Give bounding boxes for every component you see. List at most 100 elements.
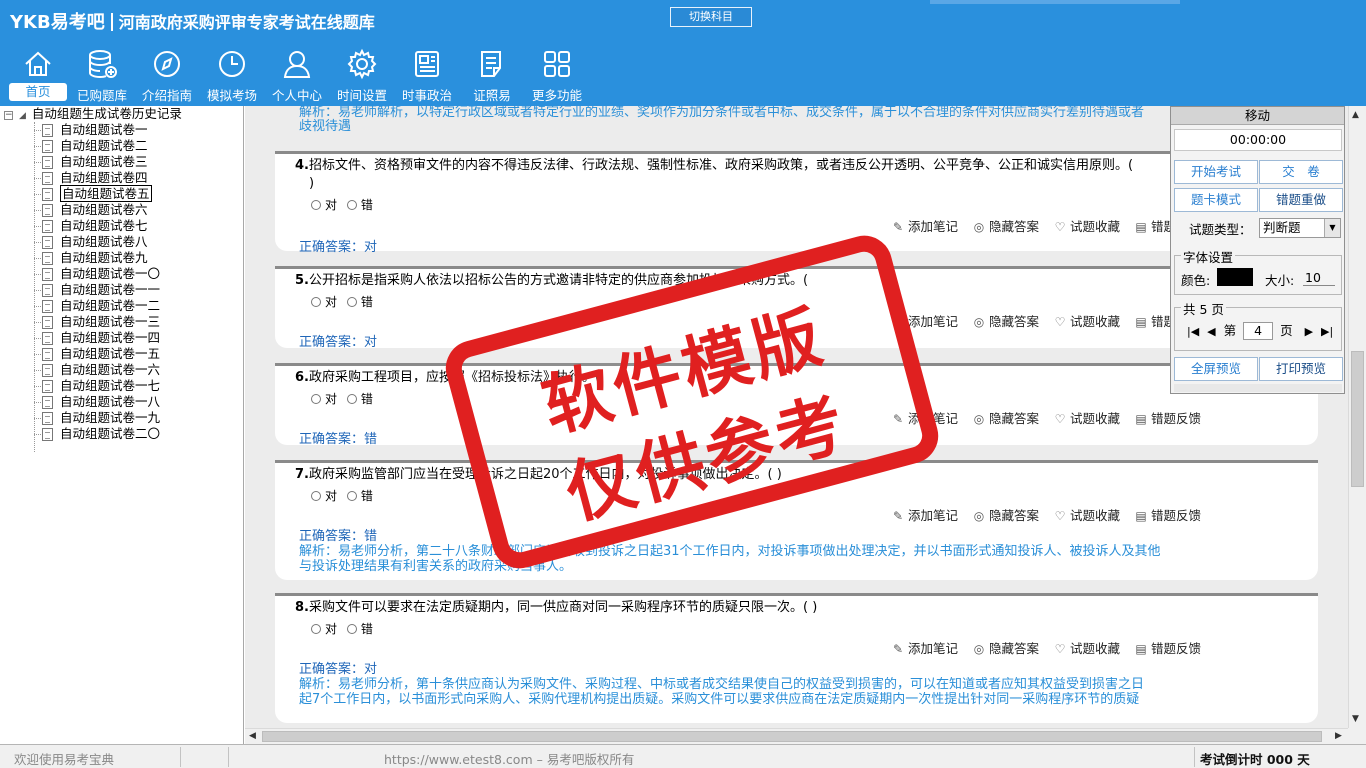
nav-user-center[interactable]: 个人中心 [265, 48, 329, 104]
tree-item[interactable]: 自动组题试卷一九 [34, 410, 160, 426]
print-preview-button[interactable]: 打印预览 [1259, 357, 1343, 381]
nav-time-settings[interactable]: 时间设置 [330, 48, 394, 104]
panel-scrollbar[interactable] [1174, 384, 1342, 392]
tree-item[interactable]: 自动组题试卷一三 [34, 314, 160, 330]
option-false[interactable]: 错 [346, 622, 373, 636]
correct-answer: 正确答案：错 [299, 432, 378, 447]
nav-current-affairs[interactable]: 时事政治 [395, 48, 459, 104]
add-note-button[interactable]: ✎ 添加笔记 [891, 216, 958, 235]
feedback-button[interactable]: ▤ 错题反馈 [1134, 638, 1201, 657]
add-note-button[interactable]: ✎ 添加笔记 [891, 505, 958, 524]
font-size-input[interactable]: 10 [1303, 270, 1335, 286]
tree-item[interactable]: 自动组题试卷一二 [34, 298, 160, 314]
radio-icon[interactable] [311, 624, 321, 634]
nav-guide[interactable]: 介绍指南 [135, 48, 199, 104]
tree-item[interactable]: 自动组题试卷一六 [34, 362, 160, 378]
tree-item[interactable]: 自动组题试卷二 [34, 138, 160, 154]
switch-subject-button[interactable]: 切换科目 [670, 7, 752, 27]
tree-item[interactable]: 自动组题试卷六 [34, 202, 160, 218]
option-false[interactable]: 错 [346, 295, 373, 309]
scroll-right-icon[interactable]: ▶ [1335, 731, 1342, 741]
panel-drag-handle[interactable]: 移动 [1171, 107, 1344, 125]
option-true[interactable]: 对 [311, 622, 337, 636]
option-false[interactable]: 错 [346, 489, 373, 503]
favorite-button[interactable]: ♡ 试题收藏 [1053, 216, 1120, 235]
nav-license[interactable]: 证照易 [460, 48, 524, 104]
tree-item[interactable]: 自动组题试卷八 [34, 234, 160, 250]
nav-mock-exam[interactable]: 模拟考场 [200, 48, 264, 104]
option-false[interactable]: 错 [346, 198, 373, 212]
radio-icon[interactable] [311, 200, 321, 210]
feedback-button[interactable]: ▤ 错题反馈 [1134, 408, 1201, 427]
tree-item[interactable]: 自动组题试卷一 [34, 122, 160, 138]
option-false[interactable]: 错 [346, 392, 373, 406]
fullscreen-preview-button[interactable]: 全屏预览 [1174, 357, 1258, 381]
tree-item[interactable]: 自动组题试卷一八 [34, 394, 160, 410]
color-swatch[interactable] [1217, 268, 1253, 286]
vertical-scrollbar[interactable]: ▲ ▼ [1348, 106, 1366, 728]
start-exam-button[interactable]: 开始考试 [1174, 160, 1258, 184]
document-icon [42, 428, 53, 441]
chevron-down-icon[interactable]: ▼ [1324, 219, 1340, 237]
radio-icon[interactable] [346, 297, 357, 307]
tree-item[interactable]: 自动组题试卷一五 [34, 346, 160, 362]
tree-item[interactable]: 自动组题试卷七 [34, 218, 160, 234]
radio-icon[interactable] [346, 200, 357, 210]
prev-page-icon[interactable]: ◀ [1207, 325, 1215, 338]
radio-icon[interactable] [346, 394, 357, 404]
scroll-thumb[interactable] [1351, 351, 1364, 487]
nav-home[interactable]: 首页 [6, 48, 70, 104]
option-true[interactable]: 对 [311, 489, 337, 503]
hide-answer-button[interactable]: ◎ 隐藏答案 [972, 408, 1039, 427]
tree-item[interactable]: 自动组题试卷三 [34, 154, 160, 170]
tree-root[interactable]: − ◢ 自动组题生成试卷历史记录 [4, 106, 182, 122]
hide-answer-button[interactable]: ◎ 隐藏答案 [972, 505, 1039, 524]
scroll-up-icon[interactable]: ▲ [1352, 110, 1359, 120]
radio-icon[interactable] [346, 624, 357, 634]
hide-answer-button[interactable]: ◎ 隐藏答案 [972, 638, 1039, 657]
radio-icon[interactable] [311, 297, 321, 307]
tree-item[interactable]: 自动组题试卷一七 [34, 378, 160, 394]
tree-collapse-icon[interactable]: − [4, 111, 13, 120]
add-note-button[interactable]: ✎ 添加笔记 [891, 638, 958, 657]
scroll-down-icon[interactable]: ▼ [1352, 714, 1359, 724]
tree-item[interactable]: 自动组题试卷一四 [34, 330, 160, 346]
option-true[interactable]: 对 [311, 295, 337, 309]
card-mode-button[interactable]: 题卡模式 [1174, 188, 1258, 212]
page-input[interactable]: 4 [1243, 322, 1274, 340]
tree-item[interactable]: 自动组题试卷二〇 [34, 426, 160, 442]
first-page-icon[interactable]: |◀ [1187, 325, 1199, 338]
scroll-left-icon[interactable]: ◀ [249, 731, 256, 741]
horizontal-scrollbar[interactable]: ◀ ▶ [245, 728, 1348, 744]
last-page-icon[interactable]: ▶| [1321, 325, 1333, 338]
tree-item[interactable]: 自动组题试卷一〇 [34, 266, 160, 282]
option-true[interactable]: 对 [311, 392, 337, 406]
hide-answer-button[interactable]: ◎ 隐藏答案 [972, 311, 1039, 330]
app-header: YKB易考吧 河南政府采购评审专家考试在线题库 切换科目 首页 已购题库 介绍指南… [0, 0, 1366, 106]
favorite-button[interactable]: ♡ 试题收藏 [1053, 638, 1120, 657]
tree-item[interactable]: 自动组题试卷五 [34, 185, 160, 202]
report-icon: ▤ [1135, 315, 1147, 329]
status-copyright: https://www.etest8.com – 易考吧版权所有 [384, 752, 635, 767]
submit-exam-button[interactable]: 交 卷 [1259, 160, 1343, 184]
redo-wrong-button[interactable]: 错题重做 [1259, 188, 1343, 212]
feedback-button[interactable]: ▤ 错题反馈 [1134, 505, 1201, 524]
tree-item[interactable]: 自动组题试卷九 [34, 250, 160, 266]
radio-icon[interactable] [311, 491, 321, 501]
exam-control-panel: 移动 00:00:00 开始考试 交 卷 题卡模式 错题重做 试题类型： 判断题… [1170, 106, 1345, 394]
radio-icon[interactable] [311, 394, 321, 404]
tree-item[interactable]: 自动组题试卷四 [34, 170, 160, 186]
radio-icon[interactable] [346, 491, 357, 501]
option-true[interactable]: 对 [311, 198, 337, 212]
next-page-icon[interactable]: ▶ [1305, 325, 1313, 338]
favorite-button[interactable]: ♡ 试题收藏 [1053, 408, 1120, 427]
tree-item[interactable]: 自动组题试卷一一 [34, 282, 160, 298]
favorite-button[interactable]: ♡ 试题收藏 [1053, 311, 1120, 330]
favorite-button[interactable]: ♡ 试题收藏 [1053, 505, 1120, 524]
nav-purchased-banks[interactable]: 已购题库 [70, 48, 134, 104]
hide-answer-button[interactable]: ◎ 隐藏答案 [972, 216, 1039, 235]
pencil-icon: ✎ [892, 642, 904, 656]
hscroll-thumb[interactable] [262, 731, 1322, 742]
question-type-select[interactable]: 判断题 ▼ [1259, 218, 1341, 238]
nav-more[interactable]: 更多功能 [525, 48, 589, 104]
